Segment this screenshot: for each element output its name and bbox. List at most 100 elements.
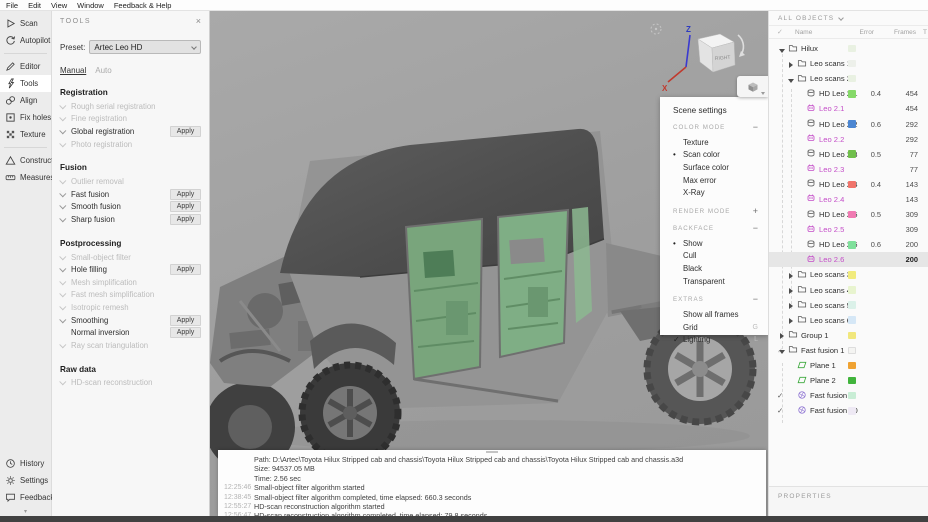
- sidebar-collapse-caret[interactable]: ▾: [0, 506, 51, 516]
- tools-item-isotropic-remesh[interactable]: Isotropic remesh: [60, 301, 201, 314]
- scene-section-header[interactable]: EXTRAS−: [673, 295, 760, 304]
- tools-item-sharp-fusion[interactable]: Sharp fusionApply: [60, 213, 201, 226]
- color-swatch[interactable]: [848, 286, 856, 294]
- scene-option-show-all-frames[interactable]: Show all frames: [673, 308, 760, 321]
- tree-row-hd-leo-2.4[interactable]: HD Leo 2.40.4143: [769, 177, 928, 192]
- tools-item-global-registration[interactable]: Global registrationApply: [60, 125, 201, 138]
- navigation-cube[interactable]: Z RIGHT X: [642, 15, 746, 97]
- sidebar-item-texture[interactable]: Texture: [0, 126, 51, 143]
- tools-item-rough-serial-registration[interactable]: Rough serial registration: [60, 100, 201, 113]
- expand-icon[interactable]: +: [753, 207, 758, 216]
- tree-row-hd-leo-2.5[interactable]: HD Leo 2.50.5309: [769, 207, 928, 222]
- scene-option-scan-color[interactable]: •Scan color: [673, 149, 760, 162]
- tree-row-fast-fusion-7[interactable]: ✓Fast fusion 7: [769, 388, 928, 403]
- color-swatch[interactable]: [848, 120, 856, 128]
- color-swatch[interactable]: [848, 407, 856, 415]
- sidebar-item-construct[interactable]: Construct: [0, 152, 51, 169]
- sidebar-item-editor[interactable]: Editor: [0, 58, 51, 75]
- color-swatch[interactable]: [848, 150, 856, 158]
- collapse-icon[interactable]: −: [753, 224, 758, 233]
- tools-item-fast-fusion[interactable]: Fast fusionApply: [60, 188, 201, 201]
- tree-row-fast-fusion-1[interactable]: ✓Fast fusion 1: [769, 343, 928, 358]
- collapse-icon[interactable]: −: [753, 295, 758, 304]
- color-swatch[interactable]: [848, 90, 856, 98]
- scene-option-show[interactable]: •Show: [673, 237, 760, 250]
- preset-select[interactable]: Artec Leo HD: [89, 40, 201, 54]
- tools-item-fine-registration[interactable]: Fine registration: [60, 113, 201, 126]
- menu-item-feedback-help[interactable]: Feedback & Help: [114, 1, 172, 10]
- color-swatch[interactable]: [848, 181, 856, 189]
- sidebar-item-tools[interactable]: Tools: [0, 75, 51, 92]
- scene-option-texture[interactable]: Texture: [673, 136, 760, 149]
- color-swatch[interactable]: [848, 271, 856, 279]
- log-resize-handle[interactable]: [486, 451, 498, 453]
- sidebar-item-fix-holes[interactable]: Fix holes: [0, 109, 51, 126]
- tree-row-hd-leo-2.6[interactable]: HD Leo 2.60.6200: [769, 237, 928, 252]
- sidebar-item-settings[interactable]: Settings: [0, 472, 51, 489]
- auto-link[interactable]: Auto: [95, 66, 111, 75]
- scene-section-header[interactable]: COLOR MODE−: [673, 123, 760, 132]
- tools-item-photo-registration[interactable]: Photo registration: [60, 138, 201, 151]
- sidebar-item-history[interactable]: History: [0, 455, 51, 472]
- menu-item-edit[interactable]: Edit: [28, 1, 41, 10]
- tree-row-hd-leo-2.2[interactable]: HD Leo 2.20.6292: [769, 116, 928, 131]
- sidebar-item-align[interactable]: Align: [0, 92, 51, 109]
- color-swatch[interactable]: [848, 392, 856, 400]
- scene-section-header[interactable]: RENDER MODE+: [673, 207, 760, 216]
- 3d-viewport[interactable]: Z RIGHT X Scene settings COLOR MODE−Text…: [210, 11, 768, 516]
- scene-option-cull[interactable]: Cull: [673, 250, 760, 263]
- apply-button[interactable]: Apply: [170, 214, 201, 225]
- tools-item-outlier-removal[interactable]: Outlier removal: [60, 175, 201, 188]
- scene-option-transparent[interactable]: Transparent: [673, 275, 760, 288]
- color-swatch[interactable]: [848, 362, 856, 370]
- apply-button[interactable]: Apply: [170, 126, 201, 137]
- menu-item-file[interactable]: File: [6, 1, 18, 10]
- tools-item-hd-scan-reconstruction[interactable]: HD-scan reconstruction: [60, 377, 201, 390]
- tools-item-hole-filling[interactable]: Hole fillingApply: [60, 263, 201, 276]
- sidebar-item-scan[interactable]: Scan: [0, 15, 51, 32]
- scene-option-surface-color[interactable]: Surface color: [673, 161, 760, 174]
- color-swatch[interactable]: [848, 332, 856, 340]
- manual-link[interactable]: Manual: [60, 66, 86, 75]
- all-objects-header[interactable]: ALL OBJECTS: [769, 11, 928, 26]
- tree-row-hd-leo-2.3[interactable]: HD Leo 2.30.577: [769, 147, 928, 162]
- scene-option-max-error[interactable]: Max error: [673, 174, 760, 187]
- tools-item-fast-mesh-simplification[interactable]: Fast mesh simplification: [60, 289, 201, 302]
- close-icon[interactable]: ×: [196, 17, 201, 26]
- color-swatch[interactable]: [848, 377, 856, 385]
- collapse-icon[interactable]: −: [753, 123, 758, 132]
- visibility-checkmark[interactable]: ✓: [777, 391, 783, 400]
- tree-row-plane-2[interactable]: Plane 2: [769, 373, 928, 388]
- sidebar-item-feedback[interactable]: Feedback: [0, 489, 51, 506]
- tree-row-leo-2.4[interactable]: Leo 2.4143: [769, 192, 928, 207]
- collapse-arrow[interactable]: [787, 70, 795, 88]
- tools-item-mesh-simplification[interactable]: Mesh simplification: [60, 276, 201, 289]
- tree-row-leo-2.2[interactable]: Leo 2.2292: [769, 132, 928, 147]
- color-swatch[interactable]: [848, 347, 856, 355]
- properties-header[interactable]: PROPERTIES: [769, 487, 928, 500]
- color-swatch[interactable]: [848, 301, 856, 309]
- scene-option-lighting[interactable]: ✓LightingL: [673, 334, 760, 347]
- tree-row-leo-2.5[interactable]: Leo 2.5309: [769, 222, 928, 237]
- collapse-arrow[interactable]: [778, 41, 786, 58]
- sidebar-item-measures[interactable]: Measures: [0, 169, 51, 186]
- visibility-checkmark[interactable]: ✓: [777, 406, 783, 415]
- tree-row-leo-2.1[interactable]: Leo 2.1454: [769, 101, 928, 116]
- color-swatch[interactable]: [848, 75, 856, 83]
- tools-item-small-object-filter[interactable]: Small-object filter: [60, 251, 201, 264]
- tools-item-normal-inversion[interactable]: Normal inversionApply: [60, 326, 201, 339]
- menu-item-view[interactable]: View: [51, 1, 67, 10]
- color-swatch[interactable]: [848, 60, 856, 68]
- apply-button[interactable]: Apply: [170, 189, 201, 200]
- log-panel[interactable]: Path: D:\Artec\Toyota Hilux Stripped cab…: [218, 450, 766, 516]
- scene-option-grid[interactable]: GridG: [673, 321, 760, 334]
- apply-button[interactable]: Apply: [170, 201, 201, 212]
- collapse-arrow[interactable]: [778, 341, 786, 359]
- scene-option-black[interactable]: Black: [673, 262, 760, 275]
- tree-row-leo-scans-2[interactable]: Leo scans 2: [769, 71, 928, 86]
- apply-button[interactable]: Apply: [170, 264, 201, 275]
- apply-button[interactable]: Apply: [170, 327, 201, 338]
- tree-row-leo-2.3[interactable]: Leo 2.377: [769, 162, 928, 177]
- scene-settings-button[interactable]: [737, 76, 768, 97]
- color-swatch[interactable]: [848, 45, 856, 53]
